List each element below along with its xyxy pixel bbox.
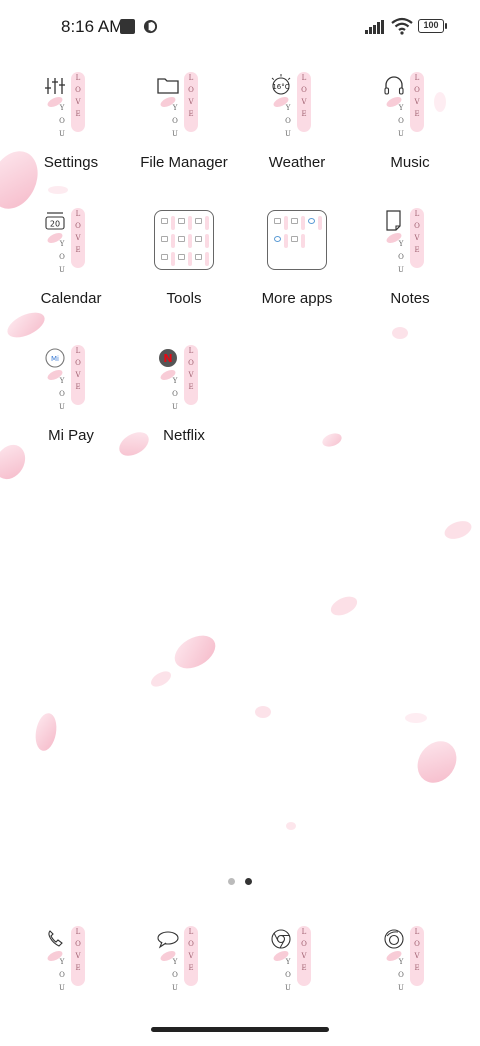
folder-label: More apps [261,290,333,307]
app-music[interactable]: LOVE YOU Music [354,72,466,192]
settings-icon: LOVE YOU [41,72,101,142]
home-gesture-bar[interactable] [151,1027,329,1032]
clock: 8:16 AM [61,17,124,36]
app-label: Settings [43,154,99,171]
app-file-manager[interactable]: LOVE YOU File Manager [128,72,240,192]
app-label: Notes [390,290,430,307]
folder-label: Tools [166,290,202,307]
app-notes[interactable]: LOVE YOU Notes [354,208,466,328]
svg-text:16°C: 16°C [272,83,289,91]
app-label: Calendar [40,290,102,307]
app-netflix[interactable]: N LOVE YOU Netflix [128,345,240,465]
weather-icon: 16°C LOVE YOU [267,72,327,142]
app-calendar[interactable]: 20 LOVE YOU Calendar [15,208,127,328]
page-dot-2-active[interactable] [245,878,252,885]
calendar-icon: 20 LOVE YOU [41,208,101,278]
page-dot-1[interactable] [228,878,235,885]
app-label: Netflix [163,427,205,444]
signal-icon [365,20,384,34]
app-label: Music [390,154,430,171]
folder-tools[interactable]: Tools [128,208,240,328]
notification-square-icon [120,19,135,34]
folder-tools-icon [154,210,214,270]
netflix-icon: N LOVE YOU [154,345,214,415]
wifi-icon [391,17,413,35]
page-indicator[interactable] [226,878,256,886]
data-saver-icon [143,19,158,34]
folder-more-apps[interactable]: More apps [241,208,353,328]
app-label: Mi Pay [48,427,94,444]
app-settings[interactable]: LOVE YOU Settings [15,72,127,192]
app-weather[interactable]: 16°C LOVE YOU Weather [241,72,353,192]
notes-icon: LOVE YOU [380,208,440,278]
headphones-icon: LOVE YOU [380,72,440,142]
folder-icon: LOVE YOU [154,72,214,142]
folder-more-apps-icon [267,210,327,270]
status-bar: 8:16 AM 100 [0,0,480,56]
app-label: Weather [268,154,326,171]
svg-text:N: N [163,352,172,365]
chrome-icon: LOVE YOU [267,926,327,996]
dock-phone[interactable]: LOVE YOU [15,926,127,1046]
app-label: File Manager [140,154,228,171]
mi-pay-icon: Mi LOVE YOU [41,345,101,415]
phone-icon: LOVE YOU [41,926,101,996]
camera-icon: LOVE YOU [380,926,440,996]
battery-icon: 100 [418,19,448,35]
svg-text:20: 20 [50,220,60,229]
messages-icon: LOVE YOU [154,926,214,996]
app-mi-pay[interactable]: Mi LOVE YOU Mi Pay [15,345,127,465]
battery-level: 100 [418,19,444,33]
svg-text:Mi: Mi [51,355,59,363]
dock-camera[interactable]: LOVE YOU [354,926,466,1046]
